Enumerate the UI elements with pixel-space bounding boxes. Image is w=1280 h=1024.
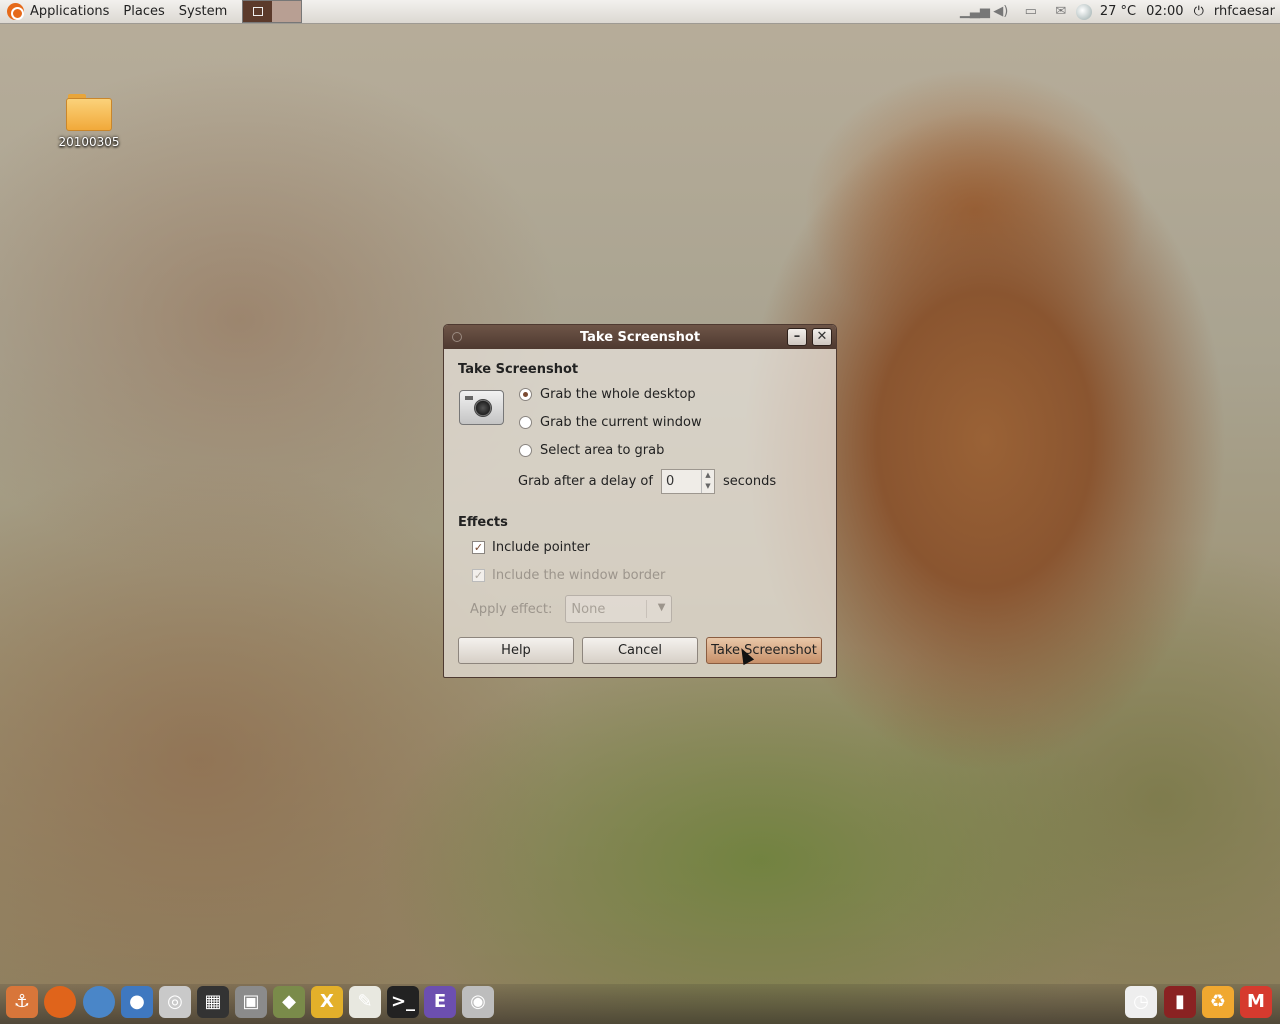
folder-icon xyxy=(66,92,112,132)
firefox-icon[interactable] xyxy=(44,986,76,1018)
emacs-icon-glyph: E xyxy=(433,991,447,1012)
network-signal-icon[interactable]: ▁▃▅ xyxy=(960,4,990,20)
option-current-window-label: Grab the current window xyxy=(540,415,702,430)
places-menu[interactable]: Places xyxy=(116,0,171,24)
recycle-icon-glyph: ♻ xyxy=(1209,991,1227,1012)
text-editor-icon-glyph: ✎ xyxy=(357,991,373,1012)
include-pointer-checkbox[interactable]: ✓ xyxy=(472,541,485,554)
printer-icon[interactable]: ▭ xyxy=(1020,4,1042,20)
anchor-icon[interactable]: ⚓ xyxy=(6,986,38,1018)
option-select-area[interactable]: Select area to grab xyxy=(519,443,664,458)
dialog-titlebar[interactable]: Take Screenshot – ✕ xyxy=(444,325,836,349)
places-menu-label: Places xyxy=(123,4,165,19)
workspace-switcher[interactable] xyxy=(242,0,303,23)
screenshot-camera-icon-glyph: ◉ xyxy=(470,991,486,1012)
include-border-checkbox: ✓ xyxy=(472,569,485,582)
power-icon[interactable]: ⏻ xyxy=(1194,4,1204,19)
radio-select-area[interactable] xyxy=(519,444,532,457)
delay-label: Grab after a delay of xyxy=(518,474,653,489)
recycle-icon[interactable]: ♻ xyxy=(1202,986,1234,1018)
system-menu[interactable]: System xyxy=(172,0,234,24)
delay-row: Grab after a delay of 0 ▲ ▼ seconds xyxy=(518,469,776,494)
emacs-icon[interactable]: E xyxy=(424,986,456,1018)
close-button[interactable]: ✕ xyxy=(812,328,832,346)
chevron-down-icon: ▼ xyxy=(657,602,666,613)
movie-clapper-icon[interactable]: ▦ xyxy=(197,986,229,1018)
gmail-icon[interactable]: M xyxy=(1240,986,1272,1018)
workspace-1[interactable] xyxy=(243,1,273,22)
option-whole-desktop-label: Grab the whole desktop xyxy=(540,387,696,402)
text-editor-icon[interactable]: ✎ xyxy=(349,986,381,1018)
option-current-window[interactable]: Grab the current window xyxy=(519,415,702,430)
system-menu-label: System xyxy=(178,4,228,19)
desktop-folder[interactable]: 20100305 xyxy=(52,92,126,149)
photo-viewer-icon-glyph: ▣ xyxy=(242,991,260,1012)
messenger-icon-glyph: ● xyxy=(129,991,145,1012)
include-border-label: Include the window border xyxy=(492,568,666,583)
ipod-icon[interactable]: ◎ xyxy=(159,986,191,1018)
option-whole-desktop[interactable]: Grab the whole desktop xyxy=(519,387,696,402)
delay-value[interactable]: 0 xyxy=(666,474,674,489)
system-tray: ▁▃▅ ◀) ▭ ✉ 27 °C 02:00 ⏻ rhfcaesar xyxy=(956,0,1280,24)
package-icon[interactable]: ◆ xyxy=(273,986,305,1018)
dialog-heading: Take Screenshot xyxy=(458,362,579,377)
camera-icon xyxy=(459,390,504,425)
clock[interactable]: 02:00 xyxy=(1146,4,1183,19)
gmail-icon-glyph: M xyxy=(1247,991,1265,1012)
cancel-button[interactable]: Cancel xyxy=(582,637,698,664)
weather-temperature[interactable]: 27 °C xyxy=(1100,4,1136,19)
screenshot-camera-icon[interactable]: ◉ xyxy=(462,986,494,1018)
workspace-2[interactable] xyxy=(272,1,302,22)
ipod-icon-glyph: ◎ xyxy=(167,991,183,1012)
clock-icon-glyph: ◷ xyxy=(1133,991,1149,1012)
mail-icon[interactable]: ✉ xyxy=(1050,4,1072,20)
apply-effect-value: None xyxy=(571,601,606,617)
package-icon-glyph: ◆ xyxy=(282,991,296,1012)
terminal-icon-glyph: >_ xyxy=(390,991,416,1012)
anchor-icon-glyph: ⚓ xyxy=(13,991,31,1012)
apply-effect-label: Apply effect: xyxy=(470,601,553,617)
lyx-icon[interactable]: X xyxy=(311,986,343,1018)
applications-menu[interactable]: Applications xyxy=(0,0,116,24)
apply-effect-row: Apply effect: None ▼ xyxy=(470,595,673,623)
volume-icon[interactable]: ◀) xyxy=(990,4,1012,20)
firefox-icon-glyph xyxy=(44,986,76,1018)
delay-spinbutton[interactable]: 0 ▲ ▼ xyxy=(660,469,715,494)
radio-whole-desktop[interactable] xyxy=(519,388,532,401)
top-panel: Applications Places System ▁▃▅ ◀) ▭ ✉ 27… xyxy=(0,0,1280,24)
help-button[interactable]: Help xyxy=(458,637,574,664)
clock-icon[interactable]: ◷ xyxy=(1125,986,1157,1018)
dialog-title: Take Screenshot xyxy=(579,329,701,345)
window-menu-icon[interactable] xyxy=(452,332,462,342)
option-select-area-label: Select area to grab xyxy=(540,443,665,458)
bottom-dock xyxy=(0,984,1280,1024)
weather-icon[interactable] xyxy=(1075,3,1092,20)
effects-heading: Effects xyxy=(458,515,508,530)
delay-unit: seconds xyxy=(722,474,777,489)
ubuntu-logo-icon xyxy=(7,3,24,20)
user-name[interactable]: rhfcaesar xyxy=(1214,4,1275,19)
lyx-icon-glyph: X xyxy=(320,991,334,1012)
include-border-option: ✓ Include the window border xyxy=(472,568,665,583)
photo-viewer-icon[interactable]: ▣ xyxy=(235,986,267,1018)
workspace-icon-glyph: ▮ xyxy=(1175,991,1185,1012)
apply-effect-select: None ▼ xyxy=(565,595,673,623)
take-screenshot-button[interactable]: Take Screenshot xyxy=(706,637,822,664)
include-pointer-label: Include pointer xyxy=(492,540,590,555)
minimize-button[interactable]: – xyxy=(787,328,807,346)
messenger-icon[interactable]: ● xyxy=(121,986,153,1018)
include-pointer-option[interactable]: ✓ Include pointer xyxy=(472,540,590,555)
movie-clapper-icon-glyph: ▦ xyxy=(204,991,222,1012)
radio-current-window[interactable] xyxy=(519,416,532,429)
chromium-icon-glyph xyxy=(83,986,115,1018)
terminal-icon[interactable]: >_ xyxy=(387,986,419,1018)
desktop-folder-label: 20100305 xyxy=(58,135,120,149)
applications-menu-label: Applications xyxy=(30,4,110,19)
take-screenshot-dialog: Take Screenshot – ✕ Take Screenshot Grab… xyxy=(443,324,837,678)
spin-arrows-icon[interactable]: ▲ ▼ xyxy=(700,470,714,493)
chromium-icon[interactable] xyxy=(83,986,115,1018)
workspace-icon[interactable]: ▮ xyxy=(1164,986,1196,1018)
